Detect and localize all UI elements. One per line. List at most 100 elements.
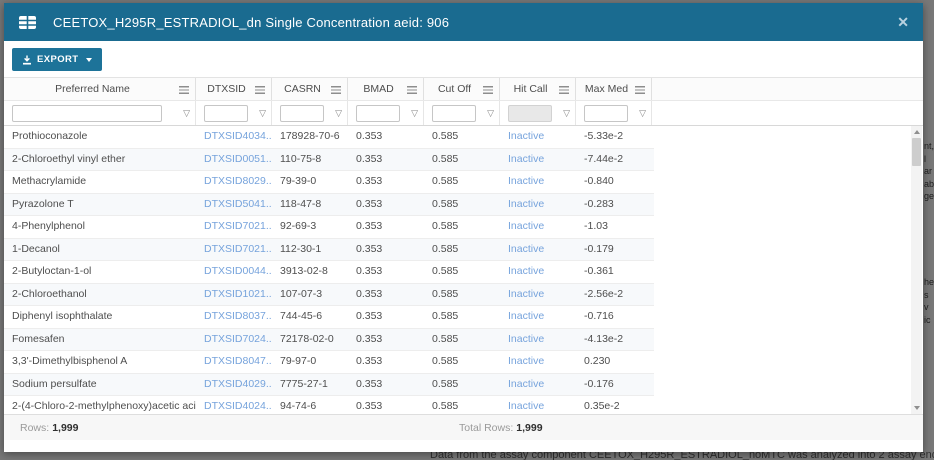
close-icon[interactable]: ✕ [897,15,909,29]
cell-cutoff: 0.585 [424,306,500,328]
cell-preferred-name: 2-Chloroethyl vinyl ether [4,149,196,171]
cell-dtxsid-link[interactable]: DTXSID7021... [196,216,272,238]
column-header[interactable]: Max Med [576,78,652,100]
filter-funnel-icon[interactable]: ▽ [563,108,570,119]
filter-funnel-icon[interactable]: ▽ [639,108,646,119]
cell-hitcall-link[interactable]: Inactive [500,396,576,414]
column-menu-icon[interactable] [331,86,341,94]
cell-bmad: 0.353 [348,329,424,351]
column-header[interactable]: CASRN [272,78,348,100]
modal-titlebar: CEETOX_H295R_ESTRADIOL_dn Single Concent… [4,3,923,41]
cell-bmad: 0.353 [348,351,424,373]
background-text-fragment: ab [924,178,934,191]
rows-count: Rows:1,999 [4,422,78,434]
cell-dtxsid-link[interactable]: DTXSID8047... [196,351,272,373]
cell-dtxsid-link[interactable]: DTXSID4034... [196,126,272,148]
cell-hitcall-link[interactable]: Inactive [500,149,576,171]
cell-cutoff: 0.585 [424,149,500,171]
table-row: Sodium persulfate DTXSID4029... 7775-27-… [4,374,654,397]
cell-casrn: 107-07-3 [272,284,348,306]
filter-input[interactable] [584,105,628,122]
column-header[interactable]: Cut Off [424,78,500,100]
column-menu-icon[interactable] [559,86,569,94]
table-row: 2-Chloroethyl vinyl ether DTXSID0051... … [4,149,654,172]
cell-dtxsid-link[interactable]: DTXSID1021... [196,284,272,306]
cell-maxmed: -2.56e-2 [576,284,652,306]
cell-casrn: 79-39-0 [272,171,348,193]
filter-funnel-icon[interactable]: ▽ [335,108,342,119]
cell-hitcall-link[interactable]: Inactive [500,239,576,261]
cell-hitcall-link[interactable]: Inactive [500,261,576,283]
cell-hitcall-link[interactable]: Inactive [500,284,576,306]
cell-casrn: 72178-02-0 [272,329,348,351]
scroll-up-icon[interactable] [914,130,920,134]
cell-preferred-name: 2-(4-Chloro-2-methylphenoxy)acetic acid [4,396,196,414]
filter-funnel-icon[interactable]: ▽ [183,108,190,119]
download-icon [22,55,32,65]
column-header[interactable]: Hit Call [500,78,576,100]
export-button[interactable]: EXPORT [12,48,102,71]
table-row: Pyrazolone T DTXSID5041... 118-47-8 0.35… [4,194,654,217]
column-label: Cut Off [438,83,485,95]
cell-hitcall-link[interactable]: Inactive [500,329,576,351]
column-menu-icon[interactable] [407,86,417,94]
cell-hitcall-link[interactable]: Inactive [500,171,576,193]
cell-preferred-name: Sodium persulfate [4,374,196,396]
cell-cutoff: 0.585 [424,239,500,261]
table-body: Prothioconazole DTXSID4034... 178928-70-… [4,126,923,414]
cell-dtxsid-link[interactable]: DTXSID5041... [196,194,272,216]
filter-input[interactable] [356,105,400,122]
cell-hitcall-link[interactable]: Inactive [500,351,576,373]
cell-casrn: 178928-70-6 [272,126,348,148]
cell-dtxsid-link[interactable]: DTXSID4029... [196,374,272,396]
table-row: 2-Butyloctan-1-ol DTXSID0044... 3913-02-… [4,261,654,284]
cell-hitcall-link[interactable]: Inactive [500,216,576,238]
cell-casrn: 118-47-8 [272,194,348,216]
cell-dtxsid-link[interactable]: DTXSID0044... [196,261,272,283]
total-rows-label: Total Rows: [459,422,513,434]
cell-casrn: 3913-02-8 [272,261,348,283]
background-text-fragment: ge [924,190,934,203]
cell-dtxsid-link[interactable]: DTXSID0051... [196,149,272,171]
filter-cell: ▽ [348,101,424,125]
column-menu-icon[interactable] [255,86,265,94]
cell-hitcall-link[interactable]: Inactive [500,374,576,396]
scroll-down-icon[interactable] [914,406,920,410]
filter-input[interactable] [432,105,476,122]
filter-funnel-icon[interactable]: ▽ [487,108,494,119]
column-menu-icon[interactable] [483,86,493,94]
cell-hitcall-link[interactable]: Inactive [500,194,576,216]
cell-hitcall-link[interactable]: Inactive [500,126,576,148]
filter-input[interactable] [280,105,324,122]
background-text-fragment: ar [924,165,934,178]
column-label: CASRN [284,83,335,95]
cell-cutoff: 0.585 [424,126,500,148]
table-row: 4-Phenylphenol DTXSID7021... 92-69-3 0.3… [4,216,654,239]
cell-hitcall-link[interactable]: Inactive [500,306,576,328]
filter-funnel-icon[interactable]: ▽ [259,108,266,119]
filter-input[interactable] [204,105,248,122]
column-header[interactable]: DTXSID [196,78,272,100]
cell-dtxsid-link[interactable]: DTXSID8029... [196,171,272,193]
cell-cutoff: 0.585 [424,284,500,306]
cell-bmad: 0.353 [348,374,424,396]
column-menu-icon[interactable] [179,86,189,94]
cell-dtxsid-link[interactable]: DTXSID4024... [196,396,272,414]
filter-cell: ▽ [272,101,348,125]
scrollbar-thumb[interactable] [912,138,921,166]
cell-casrn: 110-75-8 [272,149,348,171]
cell-dtxsid-link[interactable]: DTXSID8037... [196,306,272,328]
cell-bmad: 0.353 [348,261,424,283]
column-header[interactable]: BMAD [348,78,424,100]
filter-input[interactable] [12,105,162,122]
filter-funnel-icon[interactable]: ▽ [411,108,418,119]
cell-maxmed: -4.13e-2 [576,329,652,351]
vertical-scrollbar[interactable] [911,126,922,414]
column-header[interactable]: Preferred Name [4,78,196,100]
cell-maxmed: 0.35e-2 [576,396,652,414]
cell-bmad: 0.353 [348,284,424,306]
cell-dtxsid-link[interactable]: DTXSID7021... [196,239,272,261]
filter-input[interactable] [508,105,552,122]
column-menu-icon[interactable] [635,86,645,94]
cell-dtxsid-link[interactable]: DTXSID7024... [196,329,272,351]
